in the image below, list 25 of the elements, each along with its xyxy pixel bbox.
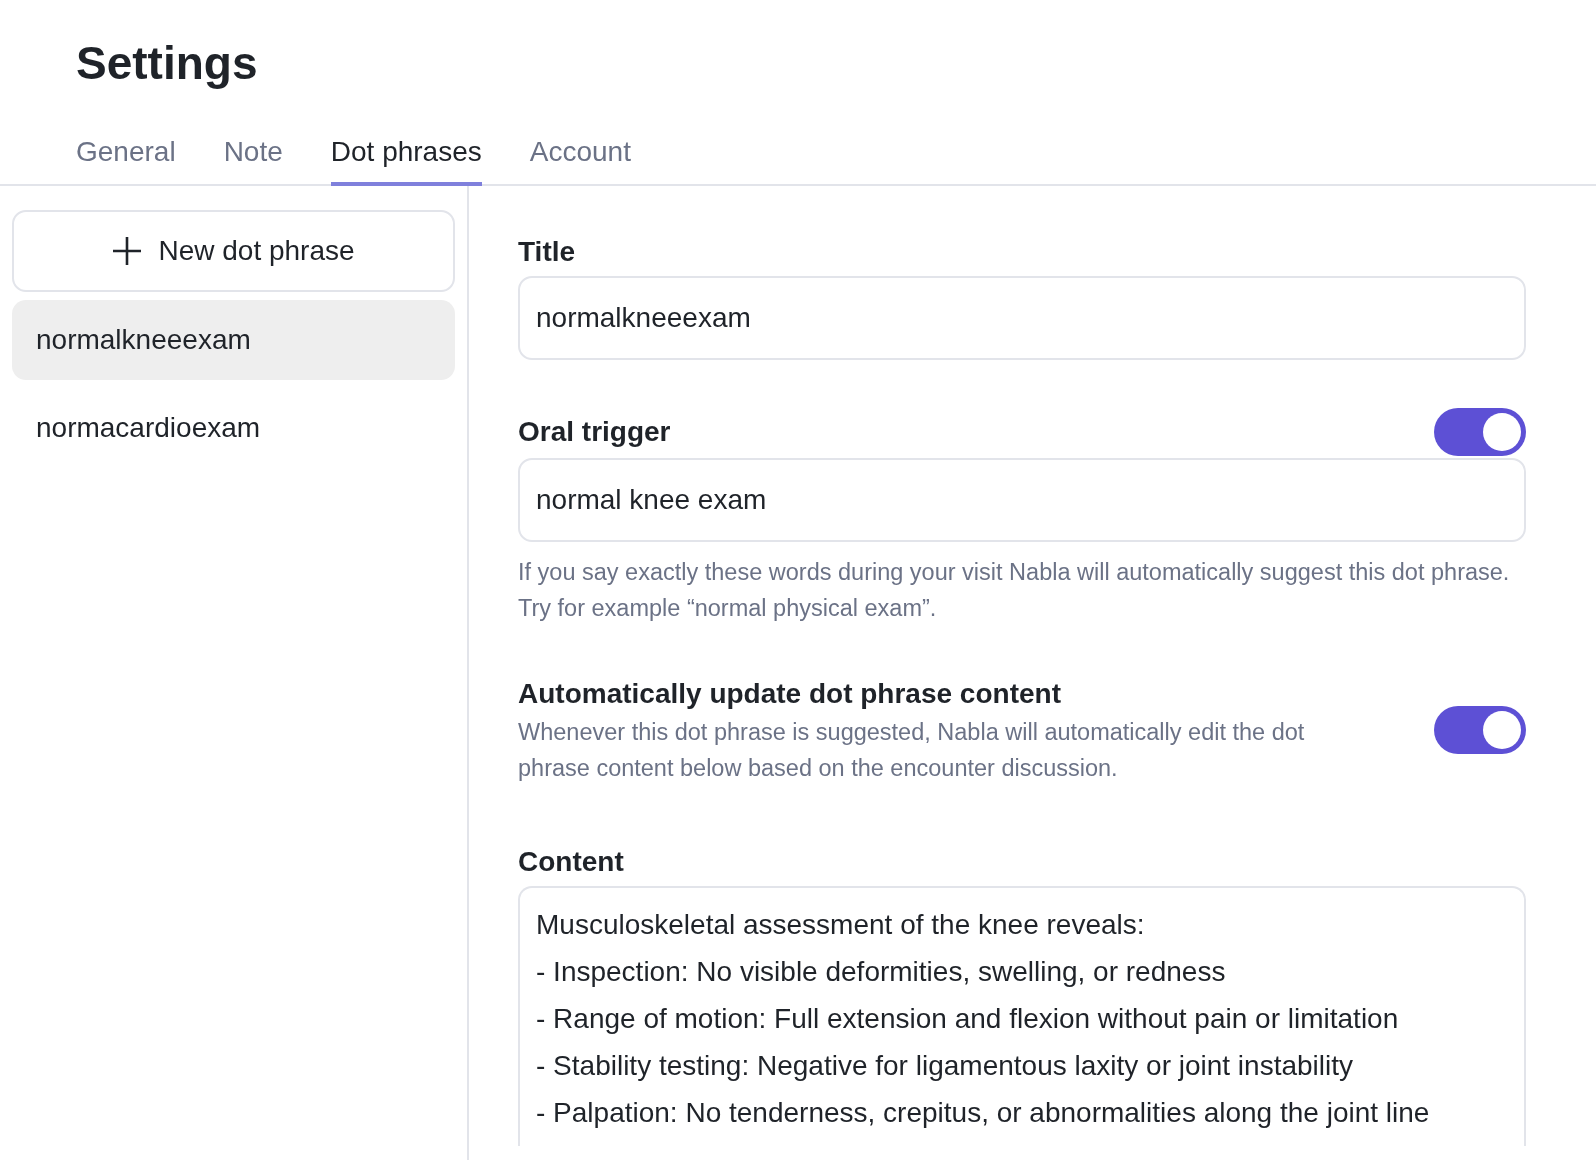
input-field[interactable]: normal knee exam: [518, 458, 1526, 542]
content-text-area[interactable]: [518, 886, 1526, 1146]
toggle-switch[interactable]: [1434, 706, 1526, 754]
content-line: - Inspection: No visible deformities, swelling, or redness: [536, 955, 1227, 989]
content-line: - Stability testing: Negative for ligamentous laxity or joint instability: [536, 1049, 1355, 1083]
field-label: Oral trigger: [518, 416, 671, 448]
tab[interactable]: General: [76, 136, 176, 186]
help-text: If you say exactly these words during your visit Nabla will automatically suggest this dot phrase. Try for example “normal physical exam”.: [518, 558, 1511, 623]
page-title: Settings: [76, 36, 259, 90]
toggle-switch[interactable]: [1434, 408, 1526, 456]
field-label: Title: [518, 236, 577, 268]
input-field[interactable]: normalkneeexam: [518, 276, 1526, 360]
plus-icon: [112, 236, 143, 266]
tab[interactable]: Dot phrases: [330, 136, 482, 186]
dot-phrase-item[interactable]: normalkneeexam: [12, 300, 455, 380]
tab[interactable]: Account: [529, 136, 631, 186]
tab[interactable]: Note: [223, 136, 283, 186]
field-label: Content: [518, 846, 625, 878]
content-line: - Range of motion: Full extension and flexion without pain or limitation: [536, 1002, 1400, 1036]
setting-label: Automatically update dot phrase content: [518, 678, 1062, 710]
dot-phrase-item[interactable]: normacardioexam: [12, 388, 455, 468]
new-dot-phrase-button[interactable]: New dot phrase: [12, 210, 455, 292]
setting-description: Whenever this dot phrase is suggested, Nabla will automatically edit the dot phrase content below based on the encounter discussion.: [518, 718, 1306, 783]
content-line: Musculoskeletal assessment of the knee reveals:: [536, 908, 1146, 942]
content-line: - Palpation: No tenderness, crepitus, or abnormalities along the joint line: [536, 1096, 1431, 1130]
